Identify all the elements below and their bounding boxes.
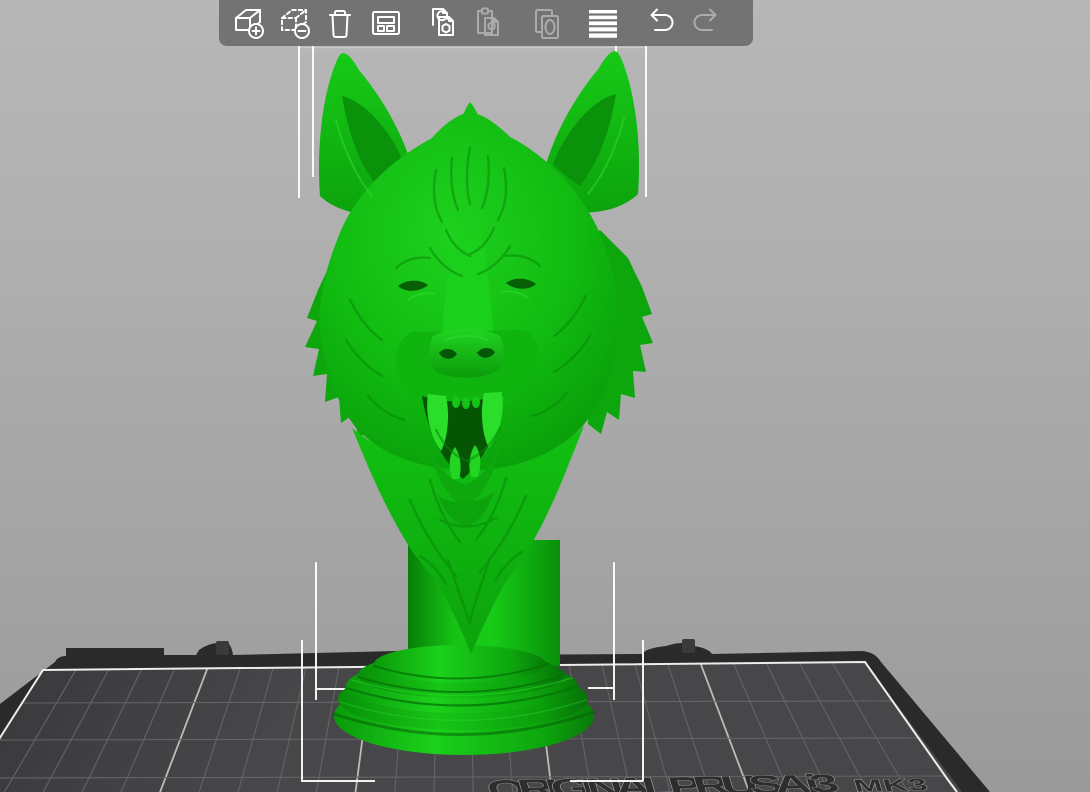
layer-height-icon [589, 10, 617, 38]
add-object-icon [235, 9, 264, 39]
bed-knob-left [216, 641, 229, 655]
delete-all-button[interactable] [322, 5, 358, 41]
arrange-button[interactable] [368, 5, 404, 41]
instances-icon [535, 9, 559, 39]
bed-label-model: MK3 [851, 775, 931, 792]
undo-button[interactable] [642, 5, 678, 41]
3d-viewport[interactable]: ORIGINAL PRUSA i3 MK3 [0, 0, 1090, 792]
delete-all-icon [329, 10, 351, 38]
model-wolf-bust[interactable] [305, 51, 653, 755]
top-toolbar [219, 0, 753, 46]
instances-button[interactable] [529, 5, 565, 41]
redo-icon [693, 8, 717, 31]
copy-button[interactable] [426, 5, 462, 41]
layer-height-button[interactable] [585, 5, 621, 41]
remove-object-button[interactable] [276, 5, 312, 41]
paste-icon [477, 7, 499, 36]
scene-canvas: ORIGINAL PRUSA i3 MK3 [0, 43, 990, 792]
add-object-button[interactable] [230, 5, 266, 41]
remove-object-icon [281, 9, 310, 39]
paste-button[interactable] [471, 5, 507, 41]
undo-icon [650, 8, 674, 31]
redo-button[interactable] [689, 5, 725, 41]
bed-knob-right [682, 639, 695, 653]
arrange-icon [372, 11, 400, 35]
copy-icon [432, 8, 454, 36]
